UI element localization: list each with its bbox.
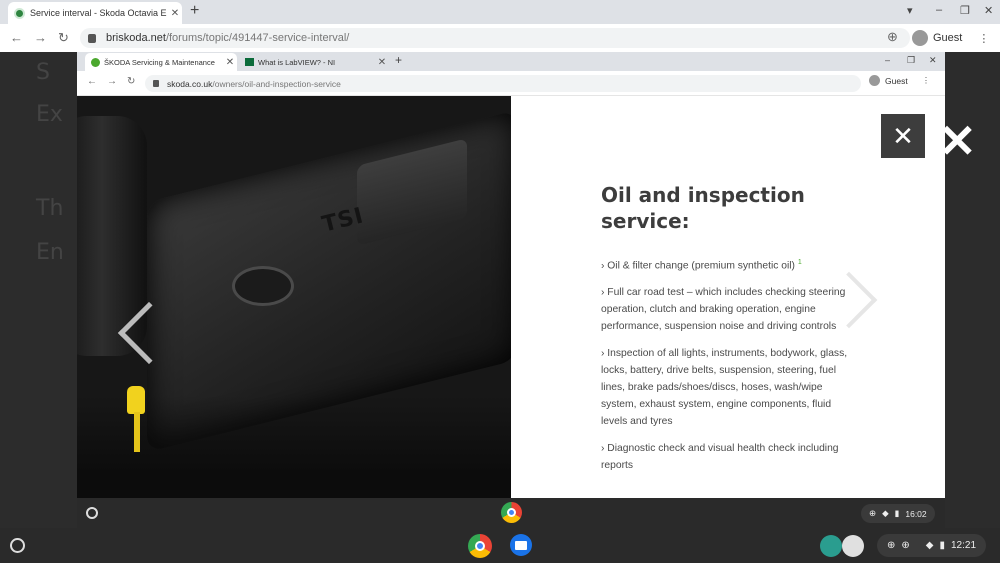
restore-button[interactable]: ❐ — [960, 4, 970, 17]
tab-label: ŠKODA Servicing & Maintenance — [104, 57, 215, 67]
tab-label: Service interval - Skoda Octavia E — [30, 8, 167, 18]
briskoda-favicon-icon — [14, 7, 25, 19]
engine-photo: TSI — [77, 96, 511, 498]
restore-button[interactable]: ❐ — [907, 55, 915, 66]
battery-icon: ▮ — [939, 540, 945, 551]
new-tab-button[interactable]: + — [395, 53, 402, 67]
tab-service-interval[interactable]: Service interval - Skoda Octavia E ✕ — [8, 2, 182, 24]
close-tab-icon[interactable]: ✕ — [168, 8, 182, 19]
add-icon: ⊕ — [869, 508, 877, 518]
tab-labview[interactable]: What is LabVIEW? - NI ✕ — [239, 53, 389, 71]
reload-button[interactable]: ↻ — [58, 30, 69, 46]
bg-text: Ex — [36, 102, 63, 127]
profile-label: Guest — [885, 75, 908, 86]
heading-line: Oil and inspection — [601, 183, 805, 207]
menu-icon[interactable]: ⋮ — [922, 75, 931, 86]
url-domain: briskoda.net — [106, 32, 166, 44]
forward-button[interactable]: → — [107, 76, 117, 87]
close-tab-icon[interactable]: ✕ — [375, 57, 389, 68]
item-text: › Oil & filter change (premium synthetic… — [601, 260, 795, 272]
url-path: /forums/topic/491447-service-interval/ — [165, 32, 350, 44]
add-icon: ⊕ — [887, 540, 896, 551]
bg-text: Th — [36, 196, 64, 221]
url-path: /owners/oil-and-inspection-service — [212, 78, 341, 89]
status-tray[interactable]: ⊕ ◆ ▮ 16:02 — [861, 504, 935, 523]
list-item: › Diagnostic check and visual health che… — [601, 443, 839, 472]
list-item: › Oil & filter change (premium synthetic… — [601, 254, 853, 274]
lock-icon — [88, 33, 96, 43]
inner-tab-bar: ŠKODA Servicing & Maintenance ✕ What is … — [77, 52, 945, 71]
shelf: ⊕ ⊕ ◆ ▮ 12:21 — [0, 528, 1000, 563]
tab-skoda-servicing[interactable]: ŠKODA Servicing & Maintenance ✕ — [85, 53, 237, 71]
back-button[interactable]: ← — [10, 30, 23, 45]
profile-label: Guest — [933, 32, 963, 44]
add-icon: ⊕ — [901, 540, 910, 551]
clock: 12:21 — [951, 540, 977, 551]
close-modal-button[interactable]: ✕ — [881, 114, 925, 158]
clock: 16:02 — [905, 508, 927, 519]
address-bar[interactable]: skoda.co.uk/owners/oil-and-inspection-se… — [145, 75, 861, 92]
reload-button[interactable]: ↻ — [127, 76, 135, 87]
status-tray[interactable]: ⊕ ⊕ ◆ ▮ 12:21 — [877, 534, 987, 557]
service-panel: ✕ Oil and inspection service: › Oil & fi… — [511, 96, 945, 498]
chrome-icon[interactable] — [468, 534, 492, 558]
footnote-marker[interactable]: 1 — [798, 259, 802, 266]
embedded-screenshot: ŠKODA Servicing & Maintenance ✕ What is … — [77, 52, 945, 528]
new-tab-button[interactable]: + — [190, 2, 199, 20]
tab-search-icon[interactable]: ▾ — [907, 4, 913, 17]
list-item: › Full car road test – which includes ch… — [601, 287, 846, 333]
back-button[interactable]: ← — [87, 76, 97, 87]
wifi-icon: ◆ — [882, 508, 889, 518]
wifi-icon: ◆ — [925, 540, 934, 551]
guest-avatar-icon — [912, 30, 928, 46]
forward-button[interactable]: → — [34, 30, 47, 45]
zoom-icon[interactable]: ⊕ — [887, 29, 898, 45]
outer-toolbar: ← → ↻ briskoda.net/forums/topic/491447-s… — [0, 24, 1000, 52]
profile-button[interactable]: Guest ⋮ — [869, 75, 930, 86]
launcher-icon[interactable] — [86, 507, 98, 519]
launcher-icon[interactable] — [10, 538, 25, 553]
close-tab-icon[interactable]: ✕ — [223, 57, 237, 68]
close-window-button[interactable]: ✕ — [929, 55, 937, 66]
ni-favicon-icon — [245, 58, 254, 66]
files-app-icon[interactable] — [510, 534, 532, 556]
service-items: › Oil & filter change (premium synthetic… — [601, 254, 853, 484]
panel-heading: Oil and inspection service: — [601, 182, 831, 234]
profile-button[interactable]: Guest ⋮ — [912, 28, 989, 48]
url-domain: skoda.co.uk — [167, 78, 213, 89]
guest-avatar-icon — [869, 75, 880, 86]
bg-text: S — [36, 60, 50, 85]
minimize-button[interactable]: – — [885, 55, 890, 65]
list-item: › Inspection of all lights, instruments,… — [601, 348, 848, 428]
tab-label: What is LabVIEW? - NI — [258, 57, 336, 67]
minimize-button[interactable]: – — [936, 4, 942, 16]
heading-line: service: — [601, 209, 690, 233]
inner-shelf: ⊕ ◆ ▮ 16:02 — [77, 498, 945, 528]
chrome-icon[interactable] — [501, 502, 522, 523]
inner-toolbar: ← → ↻ skoda.co.uk/owners/oil-and-inspect… — [77, 71, 945, 96]
menu-icon[interactable]: ⋮ — [978, 32, 989, 45]
close-window-button[interactable]: ✕ — [984, 4, 993, 17]
battery-icon: ▮ — [894, 508, 900, 518]
globe-app-icon[interactable] — [820, 535, 842, 557]
oil-dipstick-stem — [134, 412, 140, 452]
skoda-emblem-icon — [232, 266, 294, 306]
bg-text: En — [36, 240, 64, 265]
outer-tab-bar: Service interval - Skoda Octavia E ✕ + ▾… — [0, 0, 1000, 24]
skoda-favicon-icon — [91, 57, 100, 67]
lock-icon — [153, 80, 159, 87]
oil-dipstick — [127, 386, 145, 414]
screen-capture-icon[interactable] — [842, 535, 864, 557]
address-bar[interactable]: briskoda.net/forums/topic/491447-service… — [80, 28, 910, 48]
